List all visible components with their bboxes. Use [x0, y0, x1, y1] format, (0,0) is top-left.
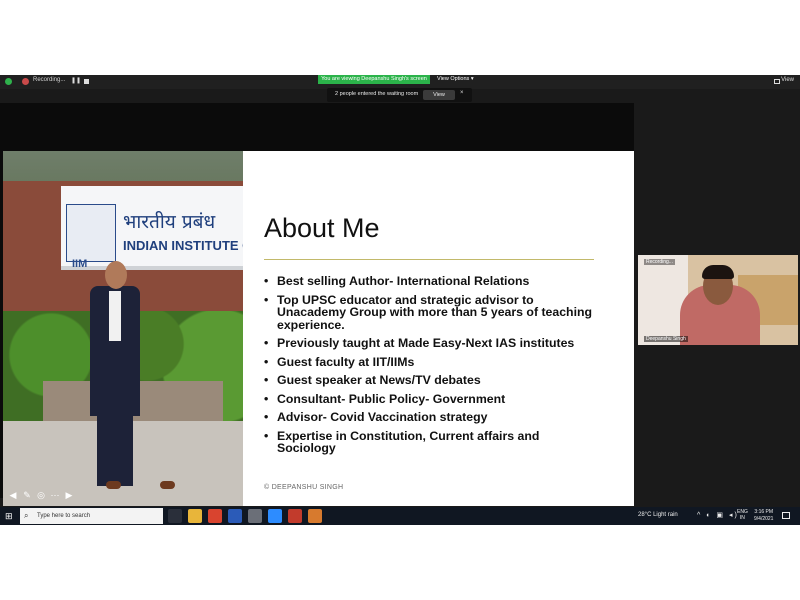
file-explorer-icon[interactable]	[188, 509, 202, 523]
bullet-list: Best selling Author- International Relat…	[264, 275, 594, 461]
shared-screen: IIM भारतीय प्रबंध INDIAN INSTITUTE OF ◀ …	[0, 103, 634, 506]
stop-recording-icon[interactable]	[84, 79, 89, 84]
waiting-room-view-button[interactable]: View	[423, 90, 455, 100]
taskbar-search[interactable]: ⌕ Type here to search	[20, 508, 163, 524]
arrow-right-icon[interactable]: ▶	[64, 490, 74, 500]
security-shield-icon[interactable]	[5, 78, 12, 85]
recording-icon	[22, 78, 29, 85]
view-button[interactable]: View	[781, 77, 794, 83]
presentation-slide: IIM भारतीय प्रबंध INDIAN INSTITUTE OF ◀ …	[3, 151, 634, 506]
region-code: IN	[739, 515, 745, 521]
taskbar-apps	[168, 509, 322, 523]
app-icon[interactable]	[248, 509, 262, 523]
zoom-icon[interactable]: ◎	[36, 490, 46, 500]
bullet-item: Guest speaker at News/TV debates	[264, 374, 594, 387]
bullet-item: Previously taught at Made Easy-Next IAS …	[264, 337, 594, 350]
participant-video[interactable]: Recording... Deepanshu Singh	[638, 255, 798, 345]
taskbar-clock[interactable]: 3:16 PM 9/4/2021	[754, 509, 773, 523]
zoom-icon[interactable]	[268, 509, 282, 523]
slide-toolbar: ◀ ✎ ◎ ⋯ ▶	[8, 490, 74, 500]
slide-copyright: © DEEPANSHU SINGH	[264, 484, 344, 491]
store-icon[interactable]	[308, 509, 322, 523]
iim-logo-icon: IIM	[66, 204, 116, 270]
more-icon[interactable]: ⋯	[50, 490, 60, 500]
view-options-button[interactable]: View Options ▾	[437, 75, 474, 84]
title-divider	[264, 259, 594, 260]
clock-time: 3:16 PM	[754, 509, 774, 515]
clock-date: 9/4/2021	[754, 516, 774, 522]
waiting-room-text: 2 people entered the waiting room	[335, 91, 419, 97]
word-icon[interactable]	[228, 509, 242, 523]
arrow-left-icon[interactable]: ◀	[8, 490, 18, 500]
bullet-item: Guest faculty at IIT/IIMs	[264, 355, 594, 369]
person-head	[105, 261, 127, 289]
search-placeholder: Type here to search	[37, 513, 91, 519]
notification-icon[interactable]	[782, 512, 790, 519]
bullet-item: Advisor- Covid Vaccination strategy	[264, 411, 594, 424]
chrome-profile-icon[interactable]	[288, 509, 302, 523]
participant-recording-label: Recording...	[644, 259, 675, 265]
sign-english-text: INDIAN INSTITUTE OF	[123, 238, 243, 253]
bullet-item: Top UPSC educator and strategic advisor …	[264, 293, 594, 332]
windows-start-icon[interactable]: ⊞	[5, 511, 15, 521]
speaker-photo: IIM भारतीय प्रबंध INDIAN INSTITUTE OF	[3, 151, 243, 506]
sign-hindi-text: भारतीय प्रबंध	[123, 211, 216, 233]
participant-name: Deepanshu Singh	[644, 336, 688, 342]
windows-taskbar: ⊞ ⌕ Type here to search 28°C Light rain …	[0, 507, 800, 525]
video-person-hair	[702, 265, 734, 279]
screen-frame: Recording... ❚❚ You are viewing Deepansh…	[0, 75, 800, 525]
search-icon: ⌕	[24, 511, 29, 520]
task-view-icon[interactable]	[168, 509, 182, 523]
bullet-item: Expertise in Constitution, Current affai…	[264, 429, 594, 455]
bullet-item: Consultant- Public Policy- Government	[264, 392, 594, 406]
zoom-top-bar: Recording... ❚❚ You are viewing Deepansh…	[0, 75, 800, 89]
close-icon[interactable]: ×	[460, 90, 464, 96]
language-indicator[interactable]: ENG IN	[737, 509, 748, 521]
viewing-banner: You are viewing Deepanshu Singh's screen	[318, 75, 430, 84]
pen-icon[interactable]: ✎	[22, 490, 32, 500]
shoe	[106, 481, 121, 489]
iim-sign: IIM भारतीय प्रबंध INDIAN INSTITUTE OF	[61, 186, 243, 270]
view-layout-icon[interactable]	[774, 79, 780, 84]
bullet-item: Best selling Author- International Relat…	[264, 275, 594, 288]
recording-label: Recording...	[33, 77, 66, 83]
person-legs	[97, 411, 133, 486]
pause-recording-icon[interactable]: ❚❚	[71, 77, 81, 86]
slide-title: About Me	[264, 213, 380, 243]
waiting-room-notification: 2 people entered the waiting room View ×	[327, 88, 472, 102]
person-shirt	[109, 291, 121, 341]
system-tray-icons[interactable]: ^ ◐ ▣ ◂)	[697, 511, 739, 519]
iim-logo-text: IIM	[72, 258, 88, 270]
weather-widget[interactable]: 28°C Light rain	[638, 512, 678, 518]
chrome-icon[interactable]	[208, 509, 222, 523]
shoe	[160, 481, 175, 489]
